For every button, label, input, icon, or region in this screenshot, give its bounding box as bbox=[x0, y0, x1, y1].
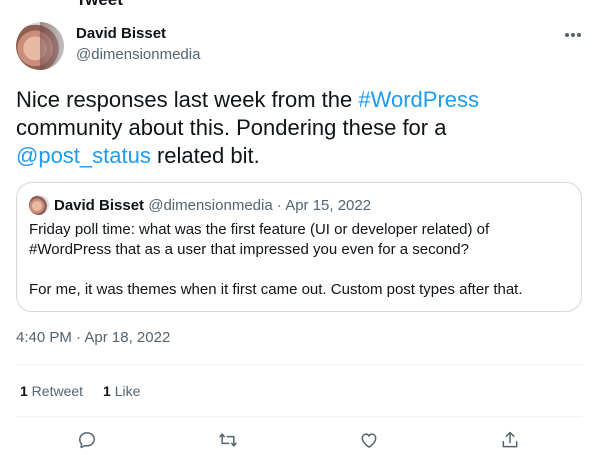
more-options-icon[interactable] bbox=[560, 24, 586, 46]
tweet-date: Apr 18, 2022 bbox=[84, 329, 171, 346]
engagement-stats: 1 Retweet 1 Like bbox=[20, 383, 140, 399]
share-button[interactable] bbox=[498, 428, 522, 452]
reply-icon bbox=[79, 432, 95, 449]
likes-count: 1 bbox=[103, 383, 111, 399]
quoted-author-handle: @dimensionmedia bbox=[148, 197, 273, 214]
mention-link[interactable]: @post_status bbox=[16, 143, 151, 168]
tweet-timestamp[interactable]: 4:40 PM · Apr 18, 2022 bbox=[16, 329, 170, 346]
quoted-author-name: David Bisset bbox=[54, 197, 145, 214]
retweets-count: 1 bbox=[20, 383, 28, 399]
header-title-cut: Tweet bbox=[76, 0, 123, 10]
quoted-tweet[interactable]: David Bisset @dimensionmedia · Apr 15, 2… bbox=[16, 182, 582, 312]
retweet-button[interactable] bbox=[216, 428, 240, 452]
author-handle[interactable]: @dimensionmedia bbox=[76, 46, 200, 63]
divider bbox=[16, 416, 582, 417]
hashtag-link[interactable]: #WordPress bbox=[358, 87, 479, 112]
author-name[interactable]: David Bisset bbox=[76, 25, 166, 42]
likes-label: Like bbox=[110, 383, 141, 399]
retweet-icon bbox=[219, 433, 237, 447]
quoted-tweet-body: Friday poll time: what was the first fea… bbox=[29, 220, 569, 300]
quoted-date: Apr 15, 2022 bbox=[285, 197, 372, 214]
retweets-label: Retweet bbox=[27, 383, 84, 399]
quoted-tweet-header: David Bisset @dimensionmedia · Apr 15, 2… bbox=[54, 197, 371, 214]
timestamp-separator: · bbox=[71, 329, 85, 346]
quoted-separator: · bbox=[272, 197, 286, 214]
quoted-author-avatar bbox=[29, 195, 49, 215]
tweet-text-part: Nice responses last week from the bbox=[16, 87, 359, 112]
quoted-paragraph: For me, it was themes when it first came… bbox=[29, 281, 523, 298]
share-icon bbox=[502, 431, 518, 448]
divider bbox=[16, 364, 582, 365]
action-bar bbox=[0, 428, 598, 452]
reply-button[interactable] bbox=[75, 428, 99, 452]
tweet-text-part: related bit. bbox=[150, 143, 260, 168]
tweet-text-part: community about this. Pondering these fo… bbox=[16, 115, 447, 140]
likes-stat[interactable]: 1 Like bbox=[103, 383, 140, 399]
author-avatar[interactable] bbox=[16, 22, 64, 70]
quoted-paragraph: Friday poll time: what was the first fea… bbox=[29, 221, 490, 258]
tweet-text: Nice responses last week from the #WordP… bbox=[16, 86, 582, 170]
like-button[interactable] bbox=[357, 428, 381, 452]
retweets-stat[interactable]: 1 Retweet bbox=[20, 383, 83, 399]
like-icon bbox=[361, 433, 377, 448]
tweet-time: 4:40 PM bbox=[16, 329, 72, 346]
